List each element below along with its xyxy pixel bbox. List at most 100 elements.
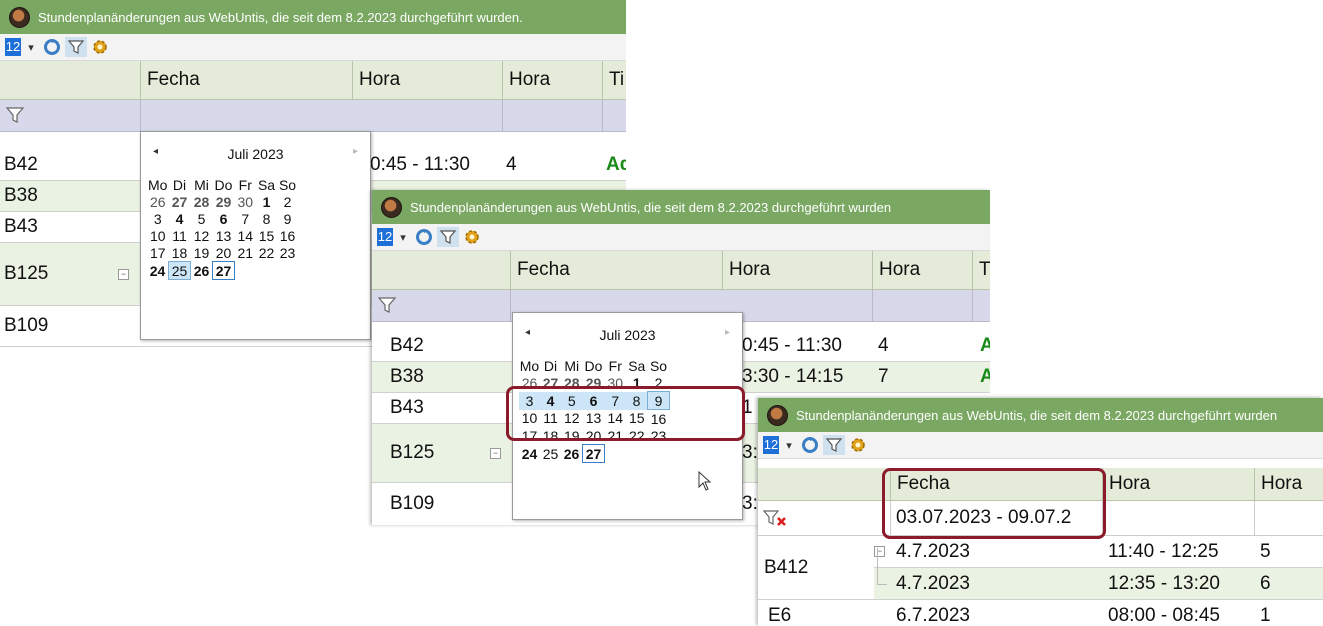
toolbar: 12 ▾ xyxy=(0,34,626,61)
calendar-month-label[interactable]: Juli 2023 xyxy=(141,146,370,162)
weekday-label: Sa xyxy=(257,176,276,193)
calendar-day[interactable]: 16 xyxy=(277,227,298,244)
calendar-header: ◂ Juli 2023 ▸ xyxy=(513,327,742,345)
title-bar: Stundenplanänderungen aus WebUntis, die … xyxy=(758,398,1323,432)
filter-row-icon[interactable] xyxy=(762,509,789,534)
calendar-day[interactable]: 20 xyxy=(213,244,235,262)
calendar-day[interactable]: 30 xyxy=(235,193,257,210)
calendar-day[interactable]: 10 xyxy=(147,227,169,244)
header-fecha[interactable]: Fecha xyxy=(140,61,352,99)
settings-gear-icon[interactable] xyxy=(847,435,869,455)
number-selector[interactable]: 12 xyxy=(5,38,21,56)
type-cell: Ad xyxy=(606,153,626,175)
tree-collapse-icon[interactable]: − xyxy=(874,546,885,557)
calendar-month-label[interactable]: Juli 2023 xyxy=(513,327,742,343)
settings-gear-icon[interactable] xyxy=(461,227,483,247)
filter-icon[interactable] xyxy=(65,37,87,57)
filter-row-icon[interactable] xyxy=(377,296,397,319)
dropdown-arrow-icon[interactable]: ▾ xyxy=(393,231,413,244)
week-highlight-box xyxy=(506,386,745,441)
calendar-day-today[interactable]: 27 xyxy=(212,261,235,280)
settings-gear-icon[interactable] xyxy=(89,37,111,57)
calendar-day[interactable]: 26 xyxy=(147,193,169,210)
header-fecha[interactable]: Fecha xyxy=(510,251,722,289)
filter-cell-divider xyxy=(502,100,503,131)
calendar-day[interactable]: 14 xyxy=(235,227,257,244)
refresh-icon[interactable] xyxy=(413,227,435,247)
calendar-day[interactable]: 25 xyxy=(540,445,561,463)
room-cell: B43 xyxy=(390,397,424,418)
grid-header: Fecha Hora Hora T xyxy=(372,251,990,290)
filter-row-icon[interactable] xyxy=(5,106,25,129)
dropdown-arrow-icon[interactable]: ▾ xyxy=(779,439,799,452)
date-picker-popup[interactable]: ◂ Juli 2023 ▸ Mo Di Mi Do Fr Sa So 26 27… xyxy=(140,131,371,340)
calendar-day[interactable]: 1 xyxy=(256,193,277,210)
grid-header: Fecha Hora Hora Ti xyxy=(0,61,626,100)
num-cell: 4 xyxy=(878,335,889,356)
calendar-day[interactable]: 13 xyxy=(213,227,235,244)
refresh-icon[interactable] xyxy=(41,37,63,57)
tree-collapse-icon[interactable]: − xyxy=(118,269,129,280)
calendar-day[interactable]: 9 xyxy=(277,210,298,227)
filter-cell-divider xyxy=(1254,501,1255,535)
room-cell: B38 xyxy=(4,185,38,206)
number-selector[interactable]: 12 xyxy=(377,228,393,246)
tree-connector-line xyxy=(877,548,878,584)
dropdown-arrow-icon[interactable]: ▾ xyxy=(21,41,41,54)
weekday-label: Mi xyxy=(194,176,209,193)
next-month-icon[interactable]: ▸ xyxy=(725,327,730,338)
header-hora[interactable]: Hora xyxy=(1102,468,1254,500)
calendar-day[interactable]: 23 xyxy=(277,244,298,262)
calendar-day-today[interactable]: 27 xyxy=(582,444,605,463)
header-hora-2[interactable]: Hora xyxy=(872,251,972,289)
header-room[interactable] xyxy=(372,251,510,289)
calendar-day[interactable]: 21 xyxy=(235,244,257,262)
calendar-day[interactable]: 26 xyxy=(191,262,213,280)
calendar-day[interactable]: 8 xyxy=(256,210,277,227)
header-cut[interactable]: Ti xyxy=(602,61,626,99)
next-month-icon[interactable]: ▸ xyxy=(353,146,358,157)
calendar-day[interactable]: 19 xyxy=(191,244,213,262)
calendar-day[interactable]: 5 xyxy=(191,210,213,227)
calendar-day[interactable]: 24 xyxy=(147,262,169,280)
refresh-icon[interactable] xyxy=(799,435,821,455)
calendar-day[interactable]: 28 xyxy=(191,193,213,210)
header-hora-2[interactable]: Hora xyxy=(502,61,602,99)
calendar-day[interactable]: 12 xyxy=(191,227,213,244)
header-hora[interactable]: Hora xyxy=(352,61,502,99)
table-row[interactable]: E6 6.7.2023 08:00 - 08:45 1 xyxy=(758,600,1323,626)
calendar-day[interactable]: 4 xyxy=(169,210,191,227)
hora-cell: 11:40 - 12:25 xyxy=(1108,540,1219,562)
calendar-day[interactable]: 2 xyxy=(277,193,298,210)
header-hora[interactable]: Hora xyxy=(722,251,872,289)
tree-collapse-icon[interactable]: − xyxy=(490,448,501,459)
header-room[interactable] xyxy=(0,61,140,99)
weekday-label: Do xyxy=(584,357,603,374)
calendar-day[interactable]: 24 xyxy=(519,445,540,463)
number-selector[interactable]: 12 xyxy=(763,436,779,454)
calendar-day[interactable]: 15 xyxy=(256,227,277,244)
filter-icon[interactable] xyxy=(823,435,845,455)
filter-icon[interactable] xyxy=(437,227,459,247)
calendar-day[interactable]: 3 xyxy=(147,210,169,227)
calendar-day[interactable]: 17 xyxy=(147,244,169,262)
calendar-day[interactable]: 11 xyxy=(169,227,191,244)
filter-cell-divider xyxy=(510,290,511,321)
fecha-cell: 6.7.2023 xyxy=(896,604,970,626)
fecha-cell: 4.7.2023 xyxy=(896,540,970,562)
room-cell: E6 xyxy=(768,604,792,626)
header-room[interactable] xyxy=(758,468,890,500)
calendar-day[interactable]: 26 xyxy=(561,445,583,463)
type-cell: A xyxy=(980,366,990,387)
header-hora-2[interactable]: Hora xyxy=(1254,468,1323,500)
calendar-day-selected[interactable]: 25 xyxy=(168,261,191,280)
calendar-day[interactable]: 7 xyxy=(235,210,257,227)
header-cut[interactable]: T xyxy=(972,251,990,289)
filter-row xyxy=(0,100,626,132)
calendar-day[interactable]: 27 xyxy=(169,193,191,210)
calendar-day[interactable]: 6 xyxy=(213,210,235,227)
calendar-day[interactable]: 22 xyxy=(256,244,277,262)
calendar-day[interactable]: 18 xyxy=(169,244,191,262)
room-cell: B43 xyxy=(4,216,38,237)
calendar-day[interactable]: 29 xyxy=(213,193,235,210)
